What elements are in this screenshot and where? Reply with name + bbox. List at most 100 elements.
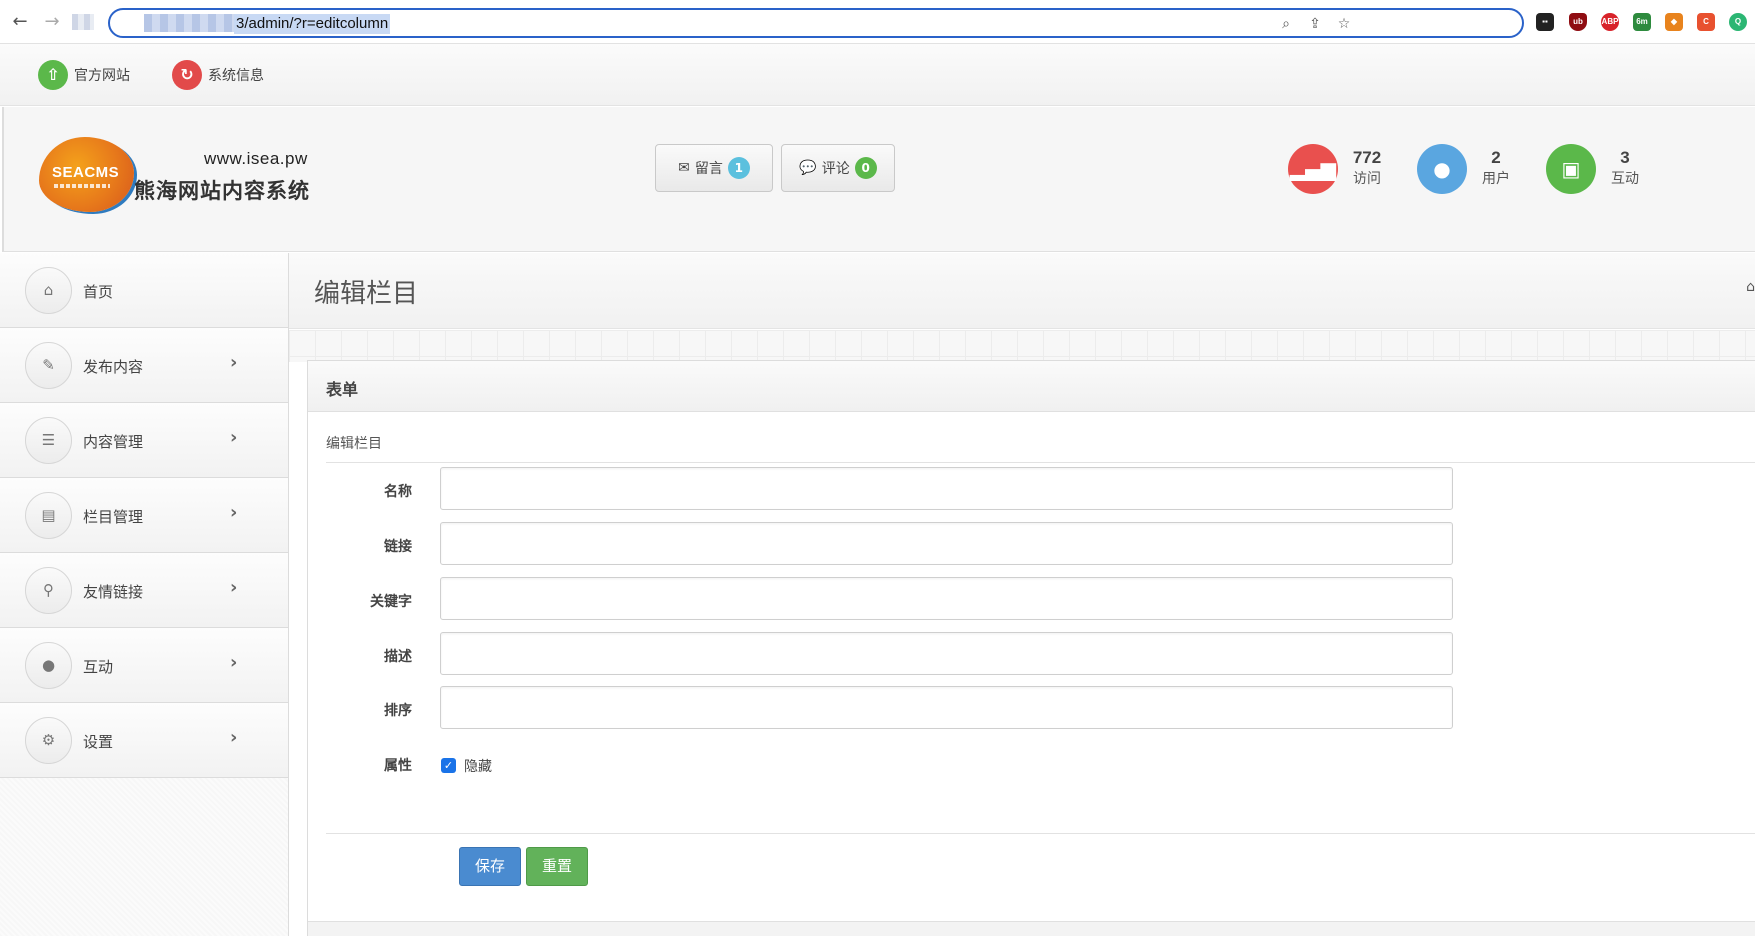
hidden-checkbox-label[interactable]: 隐藏: [464, 756, 492, 776]
logo-tagline-decoration: [54, 184, 110, 188]
name-label: 名称: [384, 484, 412, 500]
stat-interactions-label: 互动: [1611, 171, 1639, 187]
stat-visits-label: 访问: [1353, 171, 1381, 187]
money-icon: ▣: [1546, 144, 1596, 194]
sidebar-item-label: 栏目管理: [83, 508, 144, 526]
link-label: 链接: [384, 539, 412, 555]
chevron-right-icon: ›: [230, 502, 238, 523]
zoom-icon[interactable]: ⌕: [1277, 15, 1295, 33]
actions-divider: [326, 833, 1755, 834]
top-utility-bar: ⇧ 官方网站 ↻ 系统信息: [0, 44, 1755, 106]
stat-users-value: 2: [1491, 148, 1501, 167]
messages-button[interactable]: ✉ 留言 1: [655, 144, 773, 192]
site-name: 熊海网站内容系统: [134, 179, 310, 203]
pencil-icon: ✎: [25, 342, 72, 389]
extension-c-icon[interactable]: C: [1697, 13, 1715, 31]
adblock-plus-icon[interactable]: ABP: [1601, 13, 1619, 31]
comments-icon: ●: [25, 642, 72, 689]
envelope-icon: ✉: [678, 160, 690, 176]
comments-count-badge: 0: [854, 157, 877, 179]
sidebar-item-label: 互动: [83, 658, 114, 676]
stat-visits-value: 772: [1352, 148, 1382, 167]
decorative-grid: [289, 330, 1755, 362]
browser-toolbar: ← → 3/admin/?r=editcolumn ⌕ ⇪ ☆ ▪▪ ub AB…: [0, 0, 1755, 44]
sort-input[interactable]: [440, 686, 1453, 729]
panel-title: 表单: [326, 380, 359, 399]
page-header: 编辑栏目 ⌂: [289, 253, 1755, 329]
user-icon: ●: [1417, 144, 1467, 194]
extension-timer-icon[interactable]: 6m: [1633, 13, 1651, 31]
sidebar-item-column-manage[interactable]: ▤ 栏目管理 ›: [0, 478, 288, 553]
page-title: 编辑栏目: [314, 279, 419, 309]
sidebar-item-content-manage[interactable]: ☰ 内容管理 ›: [0, 403, 288, 478]
description-input[interactable]: [440, 632, 1453, 675]
comments-icon: 💬: [799, 160, 817, 176]
forward-arrow-icon[interactable]: →: [42, 12, 62, 32]
messages-count-badge: 1: [727, 157, 750, 179]
sort-label: 排序: [384, 703, 412, 719]
form-legend: 编辑栏目: [326, 436, 382, 452]
reset-button[interactable]: 重置: [526, 847, 588, 886]
sidebar-item-label: 设置: [83, 733, 114, 751]
url-text[interactable]: 3/admin/?r=editcolumn: [234, 14, 391, 34]
sidebar-item-label: 首页: [83, 283, 114, 301]
chevron-right-icon: ›: [230, 652, 238, 673]
cloud-upload-icon: ⇧: [38, 60, 68, 90]
chevron-right-icon: ›: [230, 577, 238, 598]
address-bar[interactable]: 3/admin/?r=editcolumn ⌕ ⇪ ☆: [108, 8, 1524, 38]
bookmark-star-icon[interactable]: ☆: [1335, 15, 1353, 33]
share-icon[interactable]: ⇪: [1306, 15, 1324, 33]
list-icon: ☰: [25, 417, 72, 464]
sidebar-item-label: 友情链接: [83, 583, 144, 601]
save-button[interactable]: 保存: [459, 847, 521, 886]
stat-users-label: 用户: [1482, 171, 1510, 187]
home-icon: ⌂: [25, 267, 72, 314]
hidden-checkbox[interactable]: ✓: [441, 758, 456, 773]
sidebar-item-links[interactable]: ⚲ 友情链接 ›: [0, 553, 288, 628]
chevron-right-icon: ›: [230, 427, 238, 448]
description-label: 描述: [384, 649, 412, 665]
breadcrumb-home-icon[interactable]: ⌂: [1746, 279, 1755, 295]
form-panel: 表单 编辑栏目 名称 链接 关键字 描述 排序 属性 ✓ 隐藏 保存 重置: [307, 360, 1755, 936]
wand-icon: ⚲: [25, 567, 72, 614]
stat-interactions-value: 3: [1620, 148, 1630, 167]
legend-divider: [326, 462, 1755, 463]
comments-button[interactable]: 💬 评论 0: [781, 144, 895, 192]
refresh-icon: ↻: [172, 60, 202, 90]
sidebar-nav: ⌂ 首页 ✎ 发布内容 › ☰ 内容管理 › ▤ 栏目管理 › ⚲ 友情链接 ›…: [0, 253, 289, 936]
chevron-right-icon: ›: [230, 352, 238, 373]
keywords-label: 关键字: [370, 594, 412, 610]
back-arrow-icon[interactable]: ←: [10, 12, 30, 32]
extension-search-icon[interactable]: Q: [1729, 13, 1747, 31]
keywords-input[interactable]: [440, 577, 1453, 620]
sidebar-item-settings[interactable]: ⚙ 设置 ›: [0, 703, 288, 778]
column-icon: ▤: [25, 492, 72, 539]
main-content: 编辑栏目 ⌂ 表单 编辑栏目 名称 链接 关键字 描述 排序 属性 ✓ 隐藏 保…: [289, 253, 1755, 936]
name-input[interactable]: [440, 467, 1453, 510]
site-header: SEACMS www.isea.pw 熊海网站内容系统 ✉ 留言 1 💬 评论 …: [2, 107, 1755, 252]
messages-label: 留言: [694, 161, 723, 177]
comments-label: 评论: [821, 161, 850, 177]
sidebar-item-home[interactable]: ⌂ 首页: [0, 253, 288, 328]
redacted-favicon: [72, 14, 94, 30]
site-domain: www.isea.pw: [204, 149, 308, 168]
system-info-label: 系统信息: [208, 68, 264, 84]
official-site-label: 官方网站: [74, 68, 130, 84]
sidebar-item-label: 内容管理: [83, 433, 144, 451]
system-info-link[interactable]: ↻ 系统信息: [172, 60, 264, 90]
link-input[interactable]: [440, 522, 1453, 565]
panel-header: 表单: [308, 361, 1755, 412]
signal-icon: ▂▄▆: [1288, 144, 1338, 194]
chevron-right-icon: ›: [230, 727, 238, 748]
sidebar-item-interaction[interactable]: ● 互动 ›: [0, 628, 288, 703]
panel-footer: [308, 921, 1755, 936]
official-site-link[interactable]: ⇧ 官方网站: [38, 60, 130, 90]
metamask-fox-icon[interactable]: ◆: [1665, 13, 1683, 31]
redacted-url-host: [144, 14, 236, 32]
extension-bot-icon[interactable]: ▪▪: [1536, 13, 1554, 31]
ublock-icon[interactable]: ub: [1569, 13, 1587, 31]
sidebar-item-label: 发布内容: [83, 358, 144, 376]
logo-text: SEACMS: [52, 164, 120, 181]
gears-icon: ⚙: [25, 717, 72, 764]
sidebar-item-publish[interactable]: ✎ 发布内容 ›: [0, 328, 288, 403]
